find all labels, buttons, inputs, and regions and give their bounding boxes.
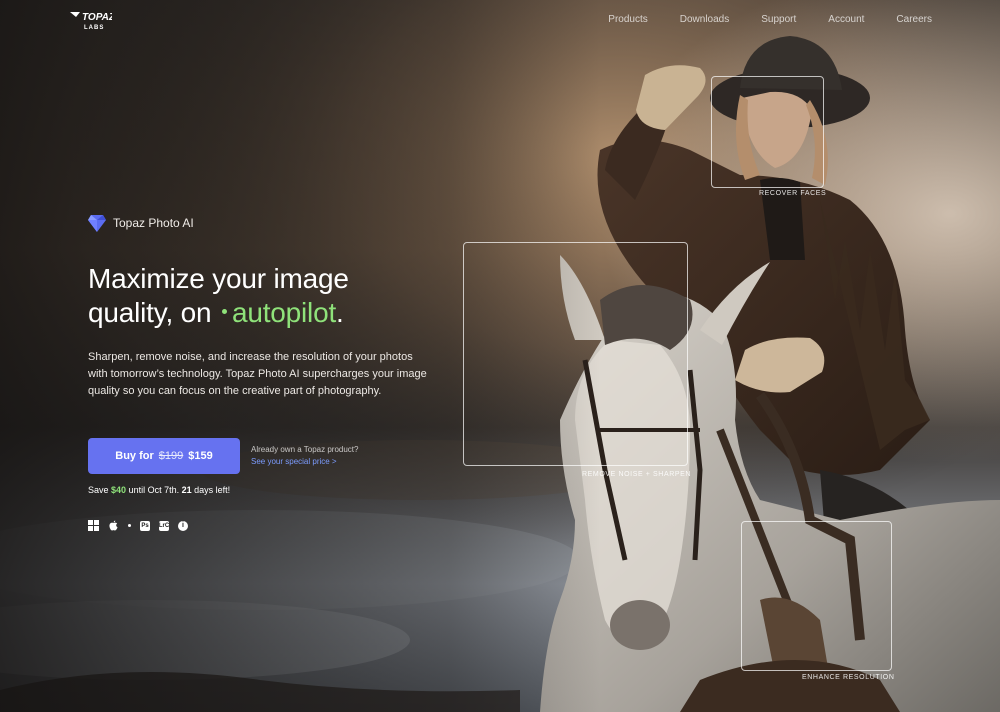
nav-link-downloads[interactable]: Downloads <box>680 14 729 25</box>
save-suffix: days left! <box>194 485 231 495</box>
buy-button[interactable]: Buy for $199 $159 <box>88 438 240 474</box>
recover-faces-frame <box>711 76 824 188</box>
headline-suffix: . <box>336 297 344 328</box>
existing-owner-prompt: Already own a Topaz product? See your sp… <box>251 444 358 468</box>
svg-text:TOPAZ: TOPAZ <box>82 12 112 23</box>
platform-icons: Ps LrC i <box>88 520 188 531</box>
photo-ai-gem-icon <box>88 215 106 232</box>
info-icon[interactable]: i <box>178 520 188 531</box>
separator-dot <box>128 524 131 527</box>
nav-links: Products Downloads Support Account Caree… <box>576 14 932 25</box>
hero-description: Sharpen, remove noise, and increase the … <box>88 351 427 397</box>
headline-line1: Maximize your image <box>88 263 349 294</box>
new-price: $159 <box>188 450 213 462</box>
apple-icon <box>109 520 118 531</box>
product-name: Topaz Photo AI <box>113 216 194 230</box>
nav-link-products[interactable]: Products <box>608 14 647 25</box>
special-price-link[interactable]: See your special price > <box>251 456 358 468</box>
photoshop-icon: Ps <box>140 520 150 531</box>
top-navigation: TOPAZ LABS Products Downloads Support Ac… <box>0 0 1000 40</box>
hero-headline: Maximize your image quality, on autopilot… <box>88 262 428 330</box>
remove-noise-frame <box>463 242 688 466</box>
save-prefix: Save <box>88 485 109 495</box>
remove-noise-label: REMOVE NOISE + SHARPEN <box>582 471 692 478</box>
save-amount: $40 <box>111 485 127 495</box>
enhance-resolution-frame <box>741 521 892 671</box>
svg-text:LABS: LABS <box>84 25 104 31</box>
headline-accent: autopilot <box>231 297 337 328</box>
nav-link-account[interactable]: Account <box>828 14 864 25</box>
lightroom-classic-icon: LrC <box>158 520 170 531</box>
days-left-count: 21 <box>181 485 192 495</box>
buy-label: Buy for <box>115 450 154 462</box>
recover-faces-label: RECOVER FACES <box>759 190 827 197</box>
page: TOPAZ LABS Products Downloads Support Ac… <box>0 0 1000 712</box>
save-middle: until Oct 7th. <box>128 485 180 495</box>
owner-question: Already own a Topaz product? <box>251 445 359 454</box>
nav-link-careers[interactable]: Careers <box>896 14 932 25</box>
topaz-labs-logo[interactable]: TOPAZ LABS <box>68 9 112 31</box>
windows-icon <box>88 520 99 531</box>
accent-dot-icon <box>221 309 227 315</box>
nav-link-support[interactable]: Support <box>761 14 796 25</box>
headline-line2-prefix: quality, on <box>88 297 212 328</box>
product-badge: Topaz Photo AI <box>88 213 194 233</box>
old-price: $199 <box>158 450 184 462</box>
sale-countdown: Save $40 until Oct 7th. 21 days left! <box>88 485 230 495</box>
enhance-resolution-label: ENHANCE RESOLUTION <box>802 674 895 681</box>
